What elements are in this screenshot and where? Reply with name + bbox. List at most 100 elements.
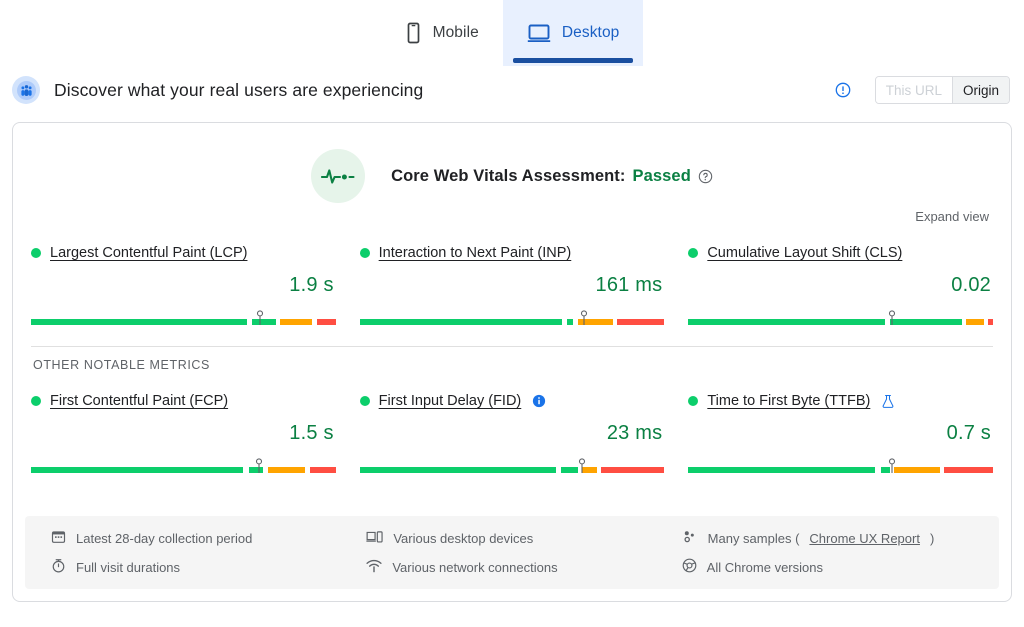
footer-item-label-after: ) — [930, 531, 934, 546]
status-dot — [31, 248, 41, 258]
bar-segment — [578, 319, 613, 325]
scope-option-origin[interactable]: Origin — [952, 77, 1009, 103]
bar-track — [360, 319, 665, 325]
samples-icon — [682, 530, 698, 547]
bar-track — [688, 319, 993, 325]
metric-header: Time to First Byte (TTFB) — [688, 390, 993, 412]
footer-item: Latest 28-day collection period — [51, 529, 356, 547]
field-data-footer: Latest 28-day collection period Various d… — [25, 516, 999, 589]
footer-item-label: Various network connections — [392, 560, 557, 575]
metric-value: 161 ms — [360, 274, 663, 297]
metric-name-link[interactable]: Time to First Byte (TTFB) — [707, 393, 870, 409]
desktop-icon — [527, 23, 551, 43]
expand-view-row: Expand view — [13, 203, 1011, 224]
status-dot — [688, 248, 698, 258]
bar-segment — [280, 319, 312, 325]
metric-name-link[interactable]: First Input Delay (FID) — [379, 393, 522, 409]
bar-segment — [360, 467, 556, 473]
metric-name-link[interactable]: Cumulative Layout Shift (CLS) — [707, 245, 902, 261]
footer-item: All Chrome versions — [682, 558, 987, 576]
info-filled-icon[interactable] — [532, 394, 546, 408]
tab-desktop-label: Desktop — [562, 24, 620, 42]
mobile-icon — [405, 22, 422, 44]
pulse-icon — [311, 149, 365, 203]
bar-segment — [890, 319, 961, 325]
metric-name-link[interactable]: Largest Contentful Paint (LCP) — [50, 245, 247, 261]
core-metrics-grid: Largest Contentful Paint (LCP) 1.9 s Inter… — [13, 224, 1011, 326]
metric-distribution-bar — [31, 458, 336, 474]
metric-card: First Input Delay (FID) 23 ms — [360, 386, 665, 474]
metric-value: 23 ms — [360, 422, 663, 445]
scope-option-this-url[interactable]: This URL — [876, 77, 952, 103]
calendar-icon — [51, 529, 66, 547]
metric-name-link[interactable]: First Contentful Paint (FCP) — [50, 393, 228, 409]
bar-segment — [360, 319, 562, 325]
cwv-assessment-label: Core Web Vitals Assessment: — [391, 167, 625, 186]
footer-item-label: Many samples ( — [708, 531, 800, 546]
metric-distribution-bar — [688, 458, 993, 474]
bar-track — [31, 467, 336, 473]
status-dot — [688, 396, 698, 406]
metric-distribution-bar — [31, 310, 336, 326]
footer-item-label: Various desktop devices — [393, 531, 533, 546]
status-dot — [360, 396, 370, 406]
metric-value: 0.7 s — [688, 422, 991, 445]
cwv-assessment-row: Core Web Vitals Assessment: Passed — [13, 123, 1011, 203]
cwv-assessment-status: Passed — [633, 167, 691, 186]
tab-mobile[interactable]: Mobile — [381, 0, 503, 66]
cwv-assessment-text: Core Web Vitals Assessment: Passed — [391, 167, 713, 186]
bar-segment — [310, 467, 336, 473]
chrome-icon — [682, 558, 697, 576]
bar-segment — [268, 467, 305, 473]
chrome-ux-report-link[interactable]: Chrome UX Report — [809, 531, 920, 546]
help-circle-icon[interactable] — [698, 169, 713, 184]
info-circle-icon[interactable] — [835, 82, 851, 98]
bar-segment — [31, 319, 247, 325]
metric-card: Interaction to Next Paint (INP) 161 ms — [360, 238, 665, 326]
footer-item-label: Latest 28-day collection period — [76, 531, 252, 546]
footer-item: Full visit durations — [51, 558, 356, 576]
metric-card: Largest Contentful Paint (LCP) 1.9 s — [31, 238, 336, 326]
status-dot — [31, 396, 41, 406]
bar-segment — [688, 467, 875, 473]
tab-mobile-label: Mobile — [433, 24, 479, 42]
metric-card: First Contentful Paint (FCP)1.5 s — [31, 386, 336, 474]
metric-distribution-bar — [360, 458, 665, 474]
bar-segment — [249, 467, 263, 473]
bar-track — [688, 467, 993, 473]
footer-item: Various network connections — [366, 558, 671, 576]
bar-segment — [601, 467, 664, 473]
metric-card: Cumulative Layout Shift (CLS) 0.02 — [688, 238, 993, 326]
metric-card: Time to First Byte (TTFB) 0.7 s — [688, 386, 993, 474]
metric-name-link[interactable]: Interaction to Next Paint (INP) — [379, 245, 572, 261]
footer-item: Various desktop devices — [366, 529, 671, 547]
bar-track — [31, 319, 336, 325]
section-header: Discover what your real users are experi… — [0, 66, 1024, 114]
bar-segment — [966, 319, 984, 325]
tab-desktop[interactable]: Desktop — [503, 0, 644, 66]
other-metrics-grid: First Contentful Paint (FCP)1.5 s First I… — [13, 372, 1011, 474]
footer-item-label: All Chrome versions — [707, 560, 823, 575]
bar-segment — [894, 467, 940, 473]
flask-icon[interactable] — [881, 394, 895, 409]
timer-icon — [51, 558, 66, 576]
bar-segment — [881, 467, 890, 473]
bar-segment — [944, 467, 993, 473]
expand-view-button[interactable]: Expand view — [915, 209, 989, 224]
field-data-card: Core Web Vitals Assessment: Passed Expan… — [12, 122, 1012, 602]
bar-segment — [31, 467, 243, 473]
bar-segment — [617, 319, 664, 325]
metric-value: 1.9 s — [31, 274, 334, 297]
bar-segment — [252, 319, 275, 325]
bar-track — [360, 467, 665, 473]
bar-segment — [582, 467, 597, 473]
metric-distribution-bar — [688, 310, 993, 326]
device-tabbar: Mobile Desktop — [0, 0, 1024, 66]
wifi-icon — [366, 559, 382, 576]
metric-distribution-bar — [360, 310, 665, 326]
other-metrics-label: OTHER NOTABLE METRICS — [13, 347, 1011, 372]
footer-item: Many samples ( Chrome UX Report) — [682, 529, 987, 547]
active-tab-indicator — [513, 58, 634, 63]
devices-icon — [366, 530, 383, 547]
metric-value: 0.02 — [688, 274, 991, 297]
